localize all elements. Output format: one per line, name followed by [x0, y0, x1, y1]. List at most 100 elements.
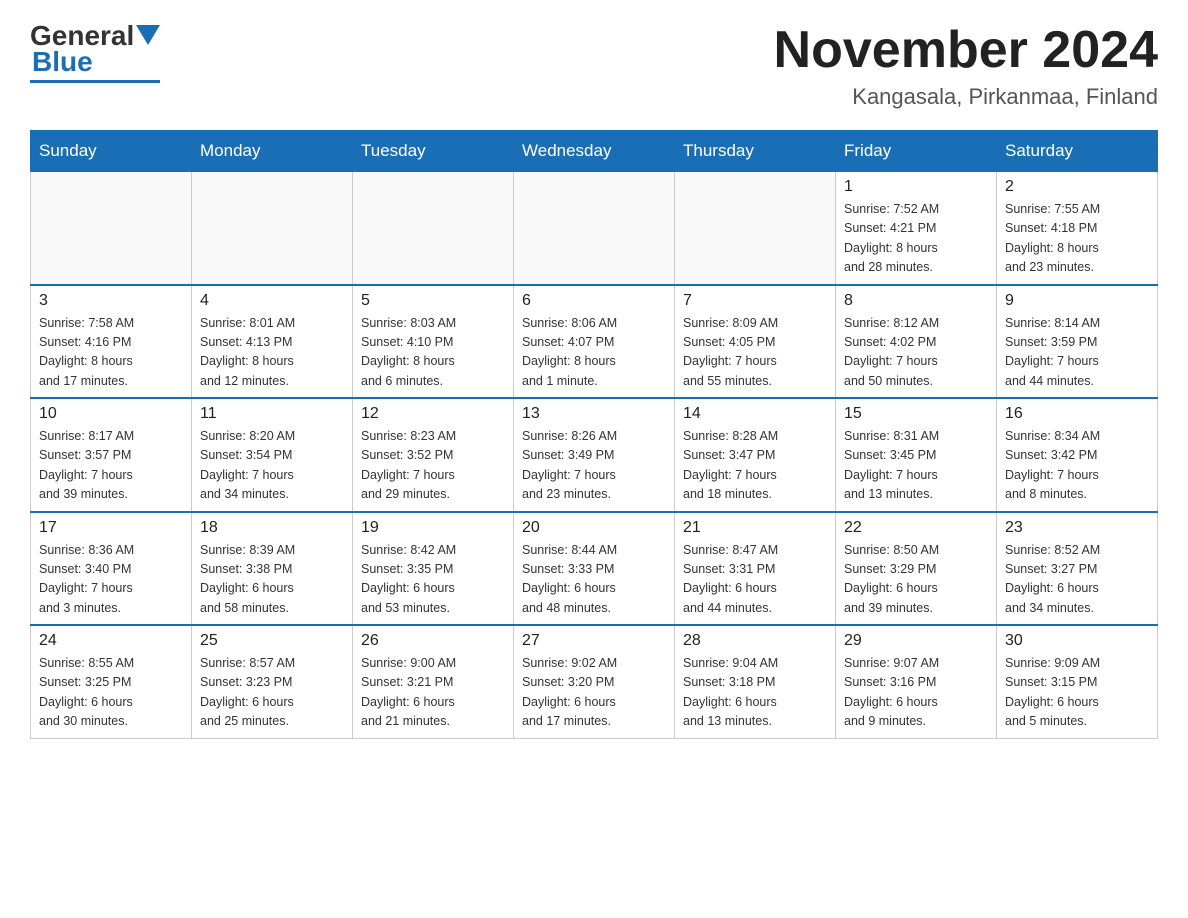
- calendar-cell: 24Sunrise: 8:55 AM Sunset: 3:25 PM Dayli…: [31, 625, 192, 738]
- header: General Blue November 2024 Kangasala, Pi…: [30, 20, 1158, 110]
- day-number: 30: [1005, 632, 1149, 650]
- calendar-cell: 26 Sunrise: 9:00 AM Sunset: 3:21 PM Dayli…: [353, 625, 514, 738]
- day-number: 9: [1005, 292, 1149, 310]
- logo-blue-text: Blue: [32, 46, 93, 78]
- location-title: Kangasala, Pirkanmaa, Finland: [774, 84, 1158, 110]
- calendar-cell: 9 Sunrise: 8:14 AM Sunset: 3:59 PM Daylig…: [997, 285, 1158, 399]
- calendar-cell: 11Sunrise: 8:20 AM Sunset: 3:54 PM Dayli…: [192, 398, 353, 512]
- day-info: Sunrise: 9:09 AM Sunset: 3:15 PM Dayligh…: [1005, 654, 1149, 732]
- day-number: 20: [522, 519, 666, 537]
- day-number: 23: [1005, 519, 1149, 537]
- day-number: 16: [1005, 405, 1149, 423]
- calendar-cell: 10 Sunrise: 8:17 AM Sunset: 3:57 PM Dayli…: [31, 398, 192, 512]
- calendar-cell: 23Sunrise: 8:52 AM Sunset: 3:27 PM Dayli…: [997, 512, 1158, 626]
- day-info: Sunrise: 7:58 AM Sunset: 4:16 PM Dayligh…: [39, 314, 183, 392]
- day-info: Sunrise: 7:55 AM Sunset: 4:18 PM Dayligh…: [1005, 200, 1149, 278]
- calendar-cell: 29Sunrise: 9:07 AM Sunset: 3:16 PM Dayli…: [836, 625, 997, 738]
- calendar-cell: [514, 172, 675, 285]
- calendar-cell: 17 Sunrise: 8:36 AM Sunset: 3:40 PM Dayli…: [31, 512, 192, 626]
- logo-underline: [30, 80, 160, 83]
- day-info: Sunrise: 8:17 AM Sunset: 3:57 PM Dayligh…: [39, 427, 183, 505]
- day-info: Sunrise: 8:57 AM Sunset: 3:23 PM Dayligh…: [200, 654, 344, 732]
- header-wednesday: Wednesday: [514, 131, 675, 172]
- logo: General Blue: [30, 20, 160, 83]
- calendar-cell: 22 Sunrise: 8:50 AM Sunset: 3:29 PM Dayli…: [836, 512, 997, 626]
- day-info: Sunrise: 8:34 AM Sunset: 3:42 PM Dayligh…: [1005, 427, 1149, 505]
- header-sunday: Sunday: [31, 131, 192, 172]
- day-info: Sunrise: 8:03 AM Sunset: 4:10 PM Dayligh…: [361, 314, 505, 392]
- calendar-cell: 30 Sunrise: 9:09 AM Sunset: 3:15 PM Dayli…: [997, 625, 1158, 738]
- calendar-cell: 19Sunrise: 8:42 AM Sunset: 3:35 PM Dayli…: [353, 512, 514, 626]
- calendar-cell: 20 Sunrise: 8:44 AM Sunset: 3:33 PM Dayli…: [514, 512, 675, 626]
- day-info: Sunrise: 8:44 AM Sunset: 3:33 PM Dayligh…: [522, 541, 666, 619]
- day-number: 8: [844, 292, 988, 310]
- calendar-cell: 3 Sunrise: 7:58 AM Sunset: 4:16 PM Daylig…: [31, 285, 192, 399]
- day-number: 29: [844, 632, 988, 650]
- day-info: Sunrise: 8:12 AM Sunset: 4:02 PM Dayligh…: [844, 314, 988, 392]
- day-info: Sunrise: 8:36 AM Sunset: 3:40 PM Dayligh…: [39, 541, 183, 619]
- day-number: 12: [361, 405, 505, 423]
- calendar-cell: 1Sunrise: 7:52 AM Sunset: 4:21 PM Daylig…: [836, 172, 997, 285]
- day-number: 5: [361, 292, 505, 310]
- logo-blue-part: [134, 25, 160, 47]
- calendar-cell: 28Sunrise: 9:04 AM Sunset: 3:18 PM Dayli…: [675, 625, 836, 738]
- week-row-4: 17 Sunrise: 8:36 AM Sunset: 3:40 PM Dayli…: [31, 512, 1158, 626]
- day-info: Sunrise: 8:14 AM Sunset: 3:59 PM Dayligh…: [1005, 314, 1149, 392]
- calendar-cell: 21 Sunrise: 8:47 AM Sunset: 3:31 PM Dayli…: [675, 512, 836, 626]
- calendar-cell: 4 Sunrise: 8:01 AM Sunset: 4:13 PM Daylig…: [192, 285, 353, 399]
- day-number: 22: [844, 519, 988, 537]
- week-row-5: 24Sunrise: 8:55 AM Sunset: 3:25 PM Dayli…: [31, 625, 1158, 738]
- calendar-cell: 14 Sunrise: 8:28 AM Sunset: 3:47 PM Dayli…: [675, 398, 836, 512]
- day-number: 10: [39, 405, 183, 423]
- day-number: 25: [200, 632, 344, 650]
- calendar-cell: 6Sunrise: 8:06 AM Sunset: 4:07 PM Daylig…: [514, 285, 675, 399]
- week-row-3: 10 Sunrise: 8:17 AM Sunset: 3:57 PM Dayli…: [31, 398, 1158, 512]
- calendar-cell: 2 Sunrise: 7:55 AM Sunset: 4:18 PM Daylig…: [997, 172, 1158, 285]
- title-area: November 2024 Kangasala, Pirkanmaa, Finl…: [774, 20, 1158, 110]
- day-info: Sunrise: 8:55 AM Sunset: 3:25 PM Dayligh…: [39, 654, 183, 732]
- day-info: Sunrise: 9:00 AM Sunset: 3:21 PM Dayligh…: [361, 654, 505, 732]
- day-number: 21: [683, 519, 827, 537]
- week-row-1: 1Sunrise: 7:52 AM Sunset: 4:21 PM Daylig…: [31, 172, 1158, 285]
- day-number: 7: [683, 292, 827, 310]
- day-number: 18: [200, 519, 344, 537]
- weekday-header-row: SundayMondayTuesdayWednesdayThursdayFrid…: [31, 131, 1158, 172]
- day-number: 1: [844, 178, 988, 196]
- day-info: Sunrise: 9:02 AM Sunset: 3:20 PM Dayligh…: [522, 654, 666, 732]
- day-number: 6: [522, 292, 666, 310]
- header-monday: Monday: [192, 131, 353, 172]
- calendar-cell: 7 Sunrise: 8:09 AM Sunset: 4:05 PM Daylig…: [675, 285, 836, 399]
- calendar-cell: 27Sunrise: 9:02 AM Sunset: 3:20 PM Dayli…: [514, 625, 675, 738]
- day-number: 15: [844, 405, 988, 423]
- header-tuesday: Tuesday: [353, 131, 514, 172]
- calendar-cell: 25 Sunrise: 8:57 AM Sunset: 3:23 PM Dayli…: [192, 625, 353, 738]
- day-number: 14: [683, 405, 827, 423]
- calendar-cell: 8 Sunrise: 8:12 AM Sunset: 4:02 PM Daylig…: [836, 285, 997, 399]
- day-number: 4: [200, 292, 344, 310]
- day-info: Sunrise: 8:23 AM Sunset: 3:52 PM Dayligh…: [361, 427, 505, 505]
- day-info: Sunrise: 8:50 AM Sunset: 3:29 PM Dayligh…: [844, 541, 988, 619]
- calendar-cell: 15 Sunrise: 8:31 AM Sunset: 3:45 PM Dayli…: [836, 398, 997, 512]
- day-info: Sunrise: 9:04 AM Sunset: 3:18 PM Dayligh…: [683, 654, 827, 732]
- day-info: Sunrise: 8:09 AM Sunset: 4:05 PM Dayligh…: [683, 314, 827, 392]
- calendar-cell: 18 Sunrise: 8:39 AM Sunset: 3:38 PM Dayli…: [192, 512, 353, 626]
- day-number: 2: [1005, 178, 1149, 196]
- day-number: 3: [39, 292, 183, 310]
- day-info: Sunrise: 8:31 AM Sunset: 3:45 PM Dayligh…: [844, 427, 988, 505]
- calendar-cell: [675, 172, 836, 285]
- logo-triangle-icon: [136, 25, 160, 45]
- calendar-cell: [31, 172, 192, 285]
- day-info: Sunrise: 8:01 AM Sunset: 4:13 PM Dayligh…: [200, 314, 344, 392]
- day-number: 26: [361, 632, 505, 650]
- day-number: 17: [39, 519, 183, 537]
- calendar-cell: [353, 172, 514, 285]
- day-info: Sunrise: 8:20 AM Sunset: 3:54 PM Dayligh…: [200, 427, 344, 505]
- calendar-cell: 12 Sunrise: 8:23 AM Sunset: 3:52 PM Dayli…: [353, 398, 514, 512]
- day-info: Sunrise: 8:28 AM Sunset: 3:47 PM Dayligh…: [683, 427, 827, 505]
- day-info: Sunrise: 8:47 AM Sunset: 3:31 PM Dayligh…: [683, 541, 827, 619]
- calendar-cell: 5 Sunrise: 8:03 AM Sunset: 4:10 PM Daylig…: [353, 285, 514, 399]
- day-info: Sunrise: 8:26 AM Sunset: 3:49 PM Dayligh…: [522, 427, 666, 505]
- calendar-table: SundayMondayTuesdayWednesdayThursdayFrid…: [30, 130, 1158, 739]
- header-thursday: Thursday: [675, 131, 836, 172]
- day-info: Sunrise: 8:39 AM Sunset: 3:38 PM Dayligh…: [200, 541, 344, 619]
